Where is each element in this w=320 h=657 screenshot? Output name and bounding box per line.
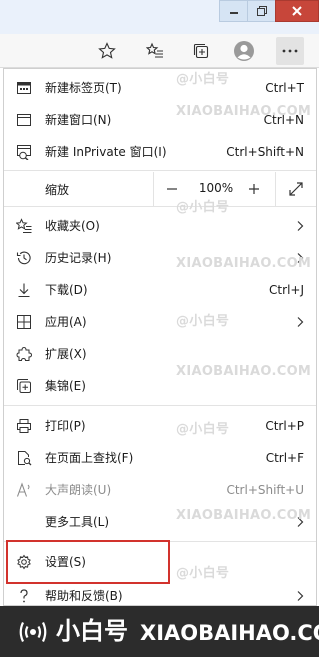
broadcast-icon: [19, 622, 47, 642]
new-tab-icon: [16, 80, 32, 96]
zoom-out-button[interactable]: [160, 177, 184, 201]
chevron-right-icon: [297, 517, 304, 527]
menu-item-extensions[interactable]: 扩展(X): [4, 339, 316, 369]
menu-item-apps[interactable]: 应用(A): [4, 307, 316, 337]
help-icon: [16, 588, 32, 604]
restore-icon: [256, 6, 267, 16]
new-window-icon: [16, 112, 32, 128]
menu-divider: [4, 206, 316, 207]
favorites-list-icon: [146, 42, 163, 58]
footer-url: XIAOBAIHAO.COM: [140, 621, 320, 645]
menu-item-history[interactable]: 历史记录(H): [4, 243, 316, 273]
close-window-button[interactable]: [275, 0, 319, 22]
menu-item-read-aloud[interactable]: 大声朗读(U) Ctrl+Shift+U: [4, 475, 316, 505]
menu-item-new-window[interactable]: 新建窗口(N) Ctrl+N: [4, 105, 316, 135]
menu-item-label: 打印(P): [45, 419, 86, 433]
menu-item-label: 下载(D): [45, 283, 88, 297]
menu-item-label: 在页面上查找(F): [45, 451, 134, 465]
menu-item-shortcut: Ctrl+Shift+N: [226, 145, 304, 159]
favorites-button[interactable]: [141, 37, 169, 65]
chevron-right-icon: [297, 317, 304, 327]
browser-toolbar: [0, 34, 319, 68]
menu-item-find-on-page[interactable]: 在页面上查找(F) Ctrl+F: [4, 443, 316, 473]
settings-highlight-box: [6, 540, 170, 584]
add-favorite-button[interactable]: [93, 37, 121, 65]
find-icon: [16, 450, 32, 466]
menu-item-label: 新建 InPrivate 窗口(I): [45, 145, 167, 159]
menu-item-shortcut: Ctrl+T: [265, 81, 304, 95]
menu-item-more-tools[interactable]: 更多工具(L): [4, 507, 316, 537]
menu-item-downloads[interactable]: 下载(D) Ctrl+J: [4, 275, 316, 305]
menu-item-print[interactable]: 打印(P) Ctrl+P: [4, 411, 316, 441]
inprivate-icon: [16, 144, 32, 160]
collections-icon: [193, 43, 209, 59]
avatar-icon: [234, 41, 254, 61]
menu-divider: [4, 170, 316, 171]
close-icon: [292, 6, 302, 16]
menu-item-label: 新建标签页(T): [45, 81, 122, 95]
zoom-divider: [153, 172, 154, 206]
menu-item-label: 集锦(E): [45, 379, 86, 393]
menu-divider: [4, 405, 316, 406]
menu-item-shortcut: Ctrl+P: [265, 419, 304, 433]
read-aloud-icon: [16, 482, 32, 498]
watermark-banner: 小白号 XIAOBAIHAO.COM: [0, 606, 320, 657]
menu-item-collections[interactable]: 集锦(E): [4, 371, 316, 401]
settings-and-more-button[interactable]: [276, 37, 304, 65]
collections-button[interactable]: [187, 37, 215, 65]
maximize-button[interactable]: [247, 0, 275, 22]
minimize-button[interactable]: [219, 0, 247, 22]
star-icon: [98, 42, 116, 59]
chevron-right-icon: [297, 591, 304, 601]
collections-icon: [16, 378, 32, 394]
more-icon: [282, 49, 298, 53]
menu-item-label: 扩展(X): [45, 347, 87, 361]
menu-item-favorites[interactable]: 收藏夹(O): [4, 211, 316, 241]
menu-item-label: 帮助和反馈(B): [45, 589, 123, 603]
settings-menu: 新建标签页(T) Ctrl+T 新建窗口(N) Ctrl+N 新建 InPriv…: [3, 68, 317, 606]
chevron-right-icon: [297, 253, 304, 263]
zoom-label: 缩放: [45, 183, 70, 197]
profile-button[interactable]: [230, 37, 258, 65]
apps-icon: [16, 314, 32, 330]
zoom-in-button[interactable]: [242, 177, 266, 201]
chevron-right-icon: [297, 221, 304, 231]
history-icon: [16, 250, 32, 266]
menu-item-label: 应用(A): [45, 315, 87, 329]
fullscreen-button[interactable]: [284, 177, 308, 201]
zoom-row: 缩放 100%: [4, 172, 316, 206]
title-bar: [0, 0, 319, 34]
menu-item-shortcut: Ctrl+Shift+U: [226, 483, 304, 497]
download-icon: [16, 282, 32, 298]
footer-brand: 小白号: [56, 617, 128, 645]
minimize-icon: [229, 12, 238, 14]
favorites-icon: [16, 218, 32, 234]
menu-item-label: 更多工具(L): [45, 515, 110, 529]
menu-item-new-tab[interactable]: 新建标签页(T) Ctrl+T: [4, 73, 316, 103]
more-tools-icon: [16, 514, 32, 530]
menu-item-shortcut: Ctrl+N: [263, 113, 304, 127]
zoom-divider: [275, 172, 276, 206]
menu-item-label: 大声朗读(U): [45, 483, 112, 497]
menu-item-shortcut: Ctrl+F: [265, 451, 304, 465]
menu-item-label: 历史记录(H): [45, 251, 112, 265]
plus-icon: [249, 184, 259, 194]
menu-item-new-inprivate-window[interactable]: 新建 InPrivate 窗口(I) Ctrl+Shift+N: [4, 137, 316, 167]
zoom-value: 100%: [198, 181, 234, 195]
menu-item-shortcut: Ctrl+J: [269, 283, 304, 297]
print-icon: [16, 418, 32, 434]
extensions-icon: [16, 346, 32, 362]
fullscreen-icon: [289, 182, 303, 196]
menu-item-label: 收藏夹(O): [45, 219, 100, 233]
menu-item-label: 新建窗口(N): [45, 113, 112, 127]
minus-icon: [167, 188, 177, 190]
